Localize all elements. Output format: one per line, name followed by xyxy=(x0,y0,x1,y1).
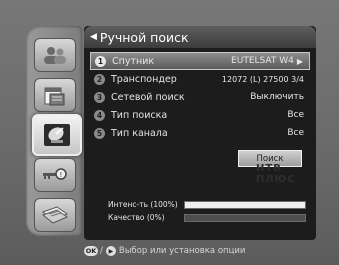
arrow-right-key-icon: ▶ xyxy=(105,246,116,256)
menu-item-label: Спутник xyxy=(112,55,155,67)
menu-item-value: 12072 (L) 27500 3/4 xyxy=(221,74,304,84)
item-number-badge: 3 xyxy=(94,91,105,103)
item-number-badge: 5 xyxy=(94,127,105,139)
satellite-dish-icon xyxy=(44,124,70,146)
footer-hint: OK / ▶ Выбор или установка опции xyxy=(84,244,245,258)
menu-item-label: Транспондер xyxy=(111,73,177,85)
meter-label: Качество (0%) xyxy=(108,213,165,222)
menu-item-channel-type[interactable]: 5 Тип канала Все xyxy=(90,124,310,142)
channel-watermark: НТВ ПЛЮС xyxy=(256,163,296,185)
calendar-icon xyxy=(44,87,65,106)
sidebar-item-key-search[interactable]: ! xyxy=(34,158,76,192)
menu-item-value: Все xyxy=(287,128,304,138)
satellite-value: EUTELSAT W4 xyxy=(231,56,294,66)
menu-item-satellite[interactable]: 1 Спутник EUTELSAT W4 ▶ xyxy=(90,52,310,70)
item-number-badge: 4 xyxy=(94,109,105,121)
menu-item-value: EUTELSAT W4 ▶ xyxy=(231,56,303,66)
menu-item-value: Выключить xyxy=(250,92,304,102)
menu-item-transponder[interactable]: 2 Транспондер 12072 (L) 27500 3/4 xyxy=(90,70,310,88)
item-number-badge: 2 xyxy=(94,73,105,85)
signal-strength-meter: Интенс-ть (100%) xyxy=(108,198,308,211)
settings-menu: 1 Спутник EUTELSAT W4 ▶ 2 Транспондер 12… xyxy=(90,52,310,142)
users-icon xyxy=(44,47,66,64)
hint-text: Выбор или установка опции xyxy=(118,246,246,256)
key-search-icon: ! xyxy=(43,168,67,180)
menu-item-label: Тип поиска xyxy=(111,109,168,121)
item-number-badge: 1 xyxy=(95,55,106,67)
ok-key-icon: OK xyxy=(84,246,98,256)
menu-item-network-search[interactable]: 3 Сетевой поиск Выключить xyxy=(90,88,310,106)
newspaper-icon xyxy=(41,206,69,224)
page-title: Ручной поиск xyxy=(99,29,189,45)
sidebar-item-installation[interactable] xyxy=(32,114,82,156)
svg-text:!: ! xyxy=(60,171,63,179)
signal-meters: Интенс-ть (100%) Качество (0%) xyxy=(108,198,308,224)
meter-track xyxy=(184,213,306,222)
back-arrow-icon[interactable]: ◀ xyxy=(90,32,97,42)
meter-label: Интенс-ть (100%) xyxy=(108,200,178,209)
menu-item-value: Все xyxy=(287,110,304,120)
manual-search-panel: ◀ Ручной поиск 1 Спутник EUTELSAT W4 ▶ 2… xyxy=(84,26,316,240)
title-bar: ◀ Ручной поиск xyxy=(84,26,316,48)
tv-osd-screen: ! ◀ Ручной поиск 1 Спутник EUTELSAT W4 ▶… xyxy=(0,0,339,265)
menu-item-label: Сетевой поиск xyxy=(111,91,185,103)
signal-quality-meter: Качество (0%) xyxy=(108,211,308,224)
sidebar-item-news[interactable] xyxy=(34,198,76,232)
meter-fill xyxy=(185,201,305,208)
sidebar-item-users[interactable] xyxy=(34,38,76,72)
menu-item-search-type[interactable]: 4 Тип поиска Все xyxy=(90,106,310,124)
meter-track xyxy=(184,200,306,209)
category-sidebar: ! xyxy=(26,26,82,236)
menu-item-label: Тип канала xyxy=(111,127,168,139)
separator: / xyxy=(100,246,103,256)
chevron-right-icon[interactable]: ▶ xyxy=(297,57,303,66)
sidebar-item-calendar[interactable] xyxy=(34,78,76,112)
